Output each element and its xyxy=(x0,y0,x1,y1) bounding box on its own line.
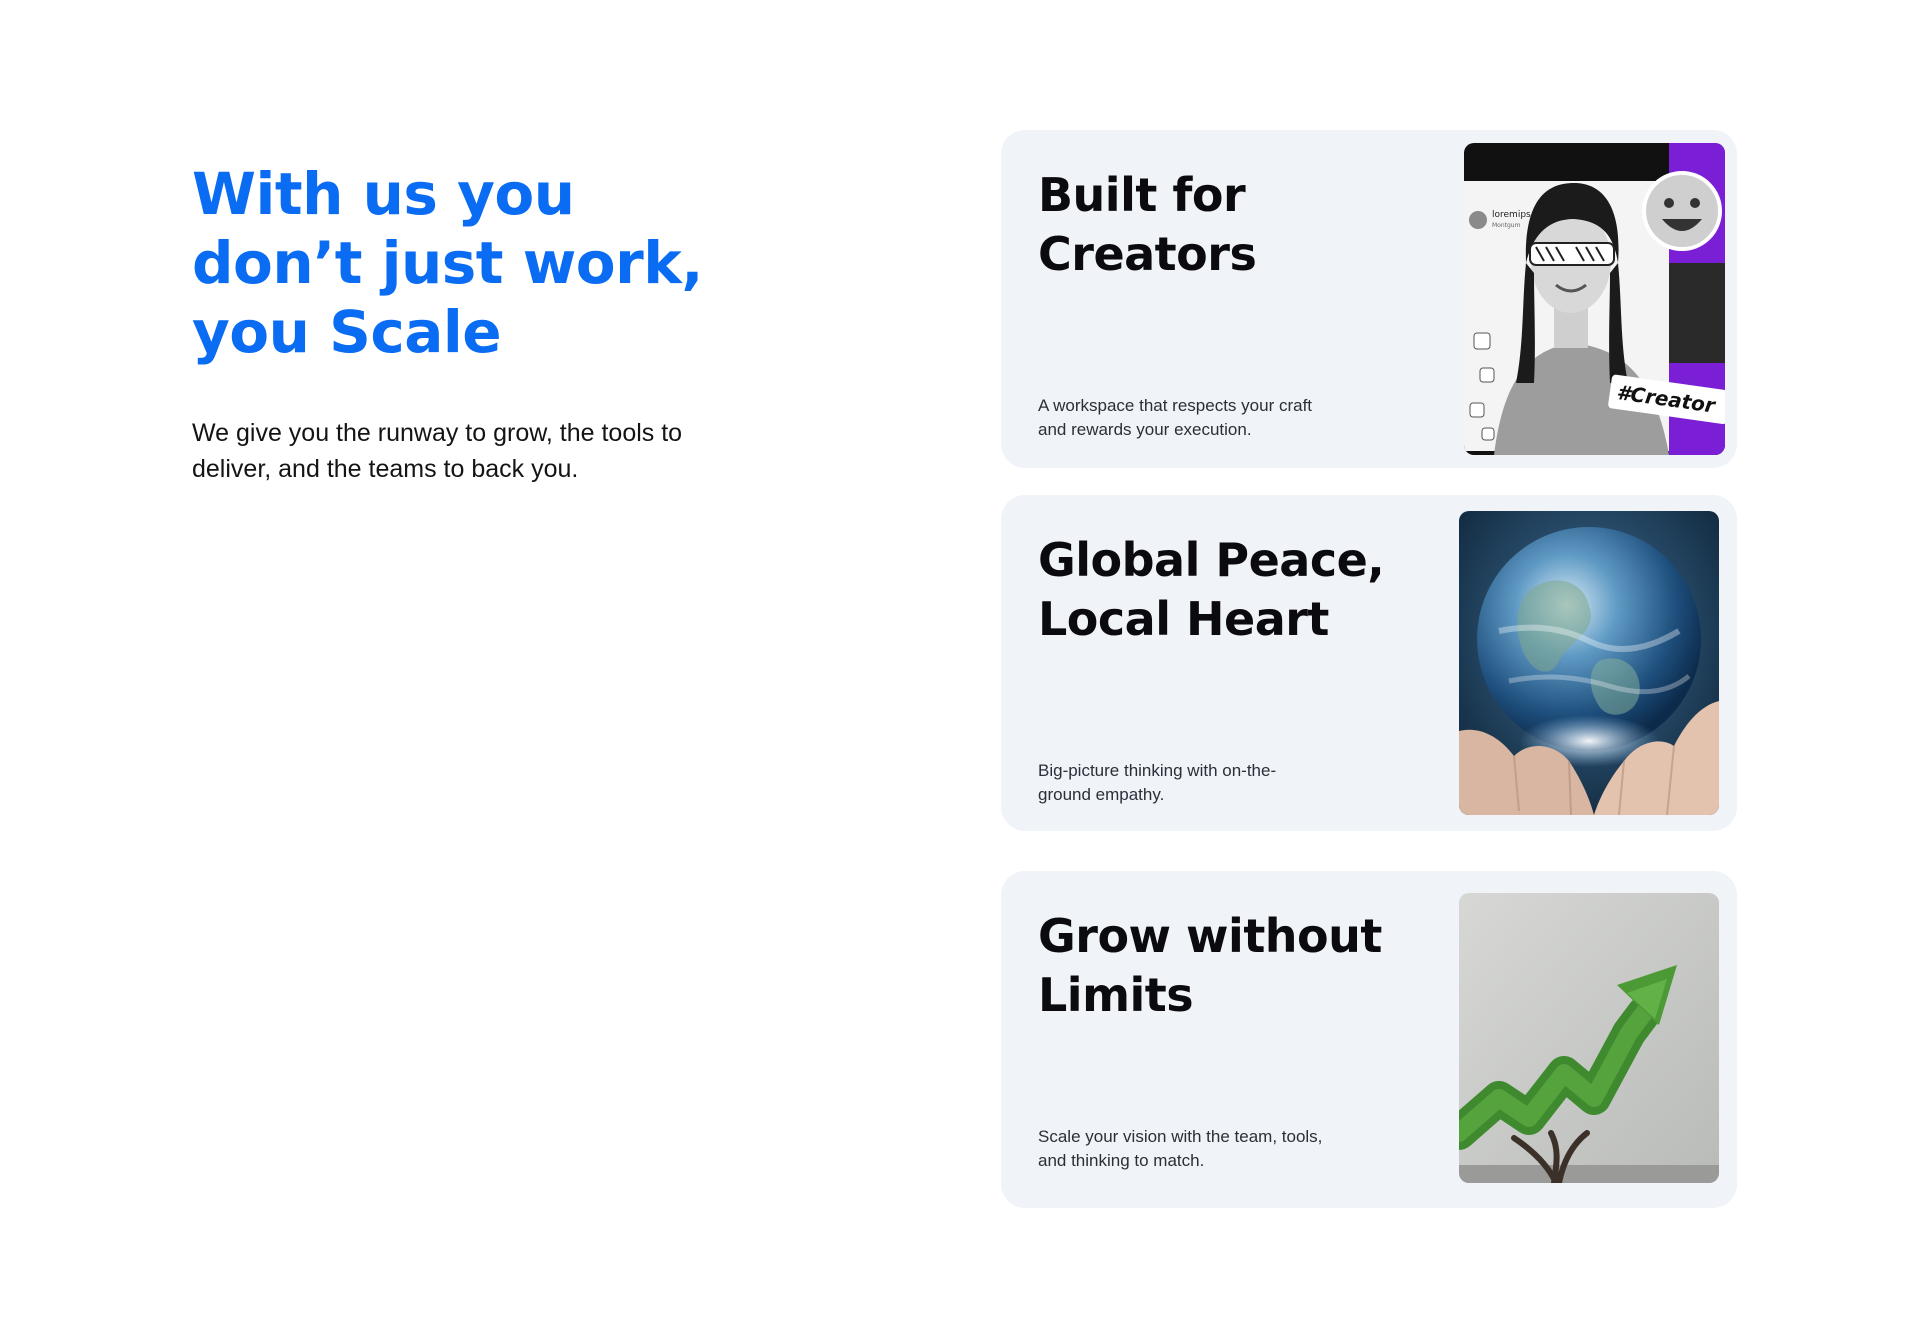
card-title: Global Peace, Local Heart xyxy=(1038,531,1385,649)
card-title: Grow without Limits xyxy=(1038,907,1382,1025)
hero-section: With us you don’t just work, you Scale W… xyxy=(192,160,812,487)
card-description-line: A workspace that respects your craft xyxy=(1038,396,1313,415)
card-title: Built for Creators xyxy=(1038,166,1257,284)
earth-in-hands-image xyxy=(1459,511,1719,815)
creator-collage-image: loremips Montgum #Creator xyxy=(1464,143,1725,455)
card-title-line: Creators xyxy=(1038,227,1257,281)
card-title-line: Limits xyxy=(1038,968,1194,1022)
collage-profile-name: loremips xyxy=(1492,210,1531,220)
hero-subtitle-line: We give you the runway to grow, the tool… xyxy=(192,419,683,447)
hero-title-line: don’t just work, xyxy=(192,229,703,297)
feature-card-creators: Built for Creators A workspace that resp… xyxy=(1001,130,1737,468)
card-title-line: Grow without xyxy=(1038,909,1382,963)
card-description: A workspace that respects your craft and… xyxy=(1038,394,1312,442)
card-description: Scale your vision with the team, tools, … xyxy=(1038,1125,1322,1173)
growth-tree-arrow-graphic xyxy=(1459,893,1719,1183)
card-description-line: Big-picture thinking with on-the- xyxy=(1038,761,1277,780)
hero-title-line: you Scale xyxy=(192,298,502,366)
card-title-line: Built for xyxy=(1038,168,1246,222)
feature-card-global: Global Peace, Local Heart Big-picture th… xyxy=(1001,495,1737,831)
earth-in-hands-graphic xyxy=(1459,511,1719,815)
card-title-line: Local Heart xyxy=(1038,592,1329,646)
collage-profile-sub: Montgum xyxy=(1492,222,1521,229)
hero-title-line: With us you xyxy=(192,160,575,228)
card-description-line: and thinking to match. xyxy=(1038,1151,1205,1170)
card-description-line: ground empathy. xyxy=(1038,785,1165,804)
hero-title: With us you don’t just work, you Scale xyxy=(192,160,812,367)
card-description-line: Scale your vision with the team, tools, xyxy=(1038,1127,1323,1146)
feature-card-grow: Grow without Limits Scale your vision wi… xyxy=(1001,871,1737,1208)
hero-subtitle: We give you the runway to grow, the tool… xyxy=(192,415,812,487)
growth-tree-arrow-image xyxy=(1459,893,1719,1183)
card-description-line: and rewards your execution. xyxy=(1038,420,1252,439)
creator-collage-graphic: loremips Montgum #Creator xyxy=(1464,143,1725,455)
hero-subtitle-line: deliver, and the teams to back you. xyxy=(192,455,579,483)
card-description: Big-picture thinking with on-the- ground… xyxy=(1038,759,1276,807)
card-title-line: Global Peace, xyxy=(1038,533,1385,587)
